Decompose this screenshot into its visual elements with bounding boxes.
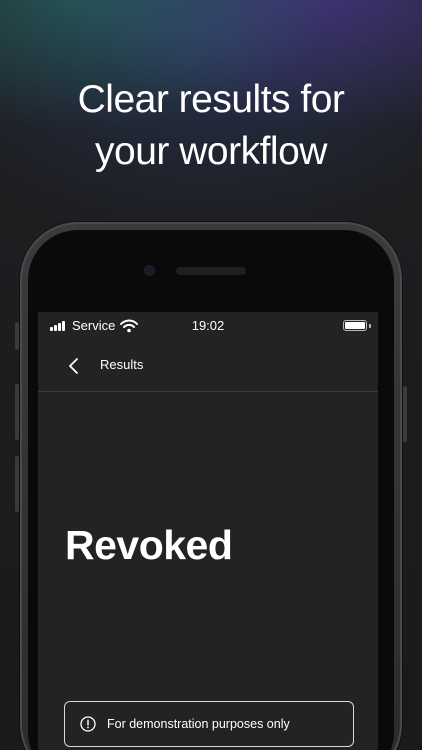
battery-icon (343, 320, 367, 331)
nav-title: Results (100, 357, 144, 372)
battery-tip (369, 324, 371, 328)
disclaimer-text: For demonstration purposes only (107, 717, 290, 731)
headline-line-2: your workflow (95, 130, 327, 173)
info-circle-icon (80, 716, 96, 732)
navigation-bar: Results (38, 338, 378, 392)
phone-power-button (403, 386, 407, 442)
earpiece-speaker (176, 267, 246, 275)
phone-screen: Service 19:02 Results Revoked For demons… (38, 312, 378, 750)
battery-fill (345, 322, 365, 329)
headline-line-1: Clear results for (77, 78, 345, 121)
chevron-left-icon[interactable] (62, 354, 86, 378)
phone-volume-up-button (15, 384, 19, 440)
result-status-text: Revoked (65, 522, 233, 568)
phone-mute-switch (15, 322, 19, 350)
front-camera (144, 265, 155, 276)
status-bar: Service 19:02 (38, 312, 378, 338)
phone-volume-down-button (15, 456, 19, 512)
marketing-headline: Clear results for your workflow (0, 74, 422, 178)
disclaimer-banner: For demonstration purposes only (64, 701, 354, 747)
status-time: 19:02 (191, 318, 225, 333)
